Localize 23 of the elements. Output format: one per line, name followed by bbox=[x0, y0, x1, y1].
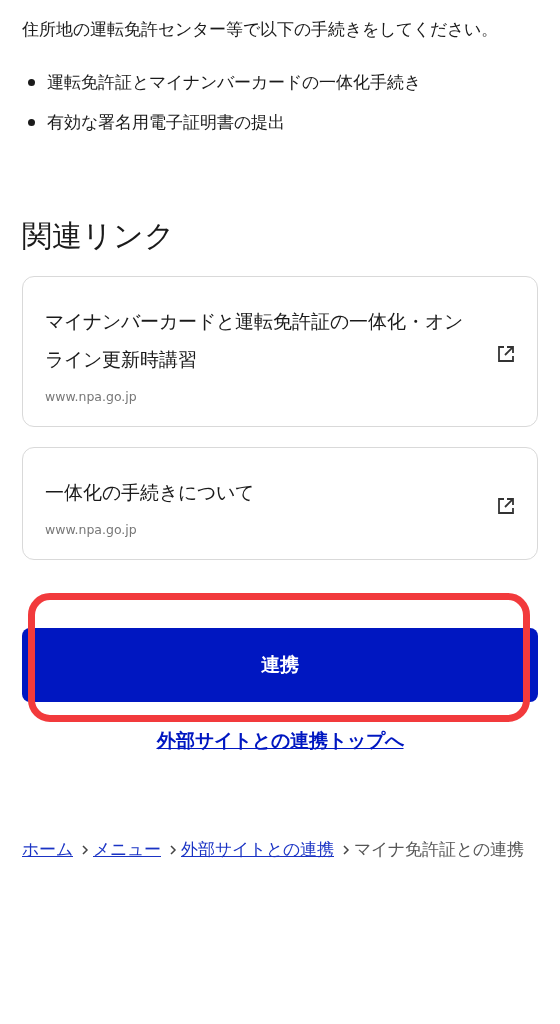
external-link-icon bbox=[497, 496, 515, 515]
chevron-icon bbox=[81, 844, 89, 856]
list-item-text: 運転免許証とマイナンバーカードの一体化手続き bbox=[47, 71, 421, 94]
link-card[interactable]: マイナンバーカードと運転免許証の一体化・オンライン更新時講習 www.npa.go.jp bbox=[22, 276, 538, 427]
link-domain: www.npa.go.jp bbox=[45, 389, 138, 404]
instruction-text: 住所地の運転免許センター等で以下の手続きをしてください。 bbox=[22, 18, 499, 41]
breadcrumb-current: マイナ免許証との連携 bbox=[354, 839, 524, 859]
chevron-icon bbox=[342, 844, 350, 856]
section-heading: 関連リンク bbox=[22, 217, 176, 255]
link-title: 一体化の手続きについて bbox=[45, 481, 254, 505]
list-item-text: 有効な署名用電子証明書の提出 bbox=[47, 111, 285, 134]
link-domain: www.npa.go.jp bbox=[45, 522, 138, 537]
link-title: マイナンバーカードと運転免許証の一体化・オンライン更新時講習 bbox=[45, 310, 464, 372]
breadcrumb-link[interactable]: 外部サイトとの連携 bbox=[181, 839, 334, 859]
breadcrumb-link[interactable]: ホーム bbox=[22, 839, 73, 859]
top-link[interactable]: 外部サイトとの連携トップへ bbox=[156, 728, 404, 754]
bullet-icon bbox=[28, 118, 35, 126]
external-link-icon bbox=[497, 344, 515, 363]
chevron-icon bbox=[169, 844, 177, 856]
bullet-icon bbox=[28, 78, 35, 86]
breadcrumb-link[interactable]: メニュー bbox=[93, 839, 161, 859]
link-button[interactable]: 連携 bbox=[22, 628, 538, 702]
link-card[interactable]: 一体化の手続きについて www.npa.go.jp bbox=[22, 447, 538, 560]
